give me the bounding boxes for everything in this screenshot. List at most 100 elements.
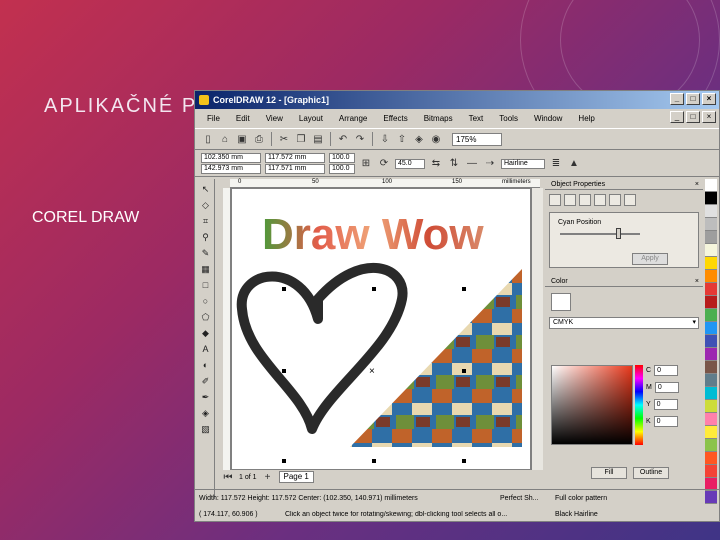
first-page-icon[interactable]: ⏮ [221, 470, 235, 484]
outline-tool-icon[interactable]: ✒ [199, 391, 212, 404]
page-tab[interactable]: Page 1 [278, 471, 314, 483]
print-icon[interactable]: ⎙ [252, 132, 266, 146]
drawing-canvas[interactable]: Draw Wow × [231, 188, 531, 470]
menu-file[interactable]: File [199, 114, 228, 123]
add-page-icon[interactable]: + [261, 470, 275, 484]
lock-ratio-icon[interactable]: ⊞ [359, 157, 373, 171]
menu-layout[interactable]: Layout [291, 114, 331, 123]
misc-tab[interactable] [624, 194, 636, 206]
import-icon[interactable]: ⇩ [378, 132, 392, 146]
palette-swatch[interactable] [705, 426, 717, 439]
palette-swatch[interactable] [705, 309, 717, 322]
palette-swatch[interactable] [705, 244, 717, 257]
open-icon[interactable]: ⌂ [218, 132, 232, 146]
smart-fill-icon[interactable]: ▦ [199, 263, 212, 276]
menu-help[interactable]: Help [570, 114, 602, 123]
outline-tab[interactable] [564, 194, 576, 206]
zoom-tool-icon[interactable]: ⚲ [199, 231, 212, 244]
hue-slider[interactable] [635, 365, 643, 445]
palette-swatch[interactable] [705, 348, 717, 361]
palette-swatch[interactable] [705, 439, 717, 452]
to-front-icon[interactable]: ▲ [567, 157, 581, 171]
black-field[interactable]: 0 [653, 416, 678, 427]
outline-width-select[interactable]: Hairline [501, 158, 545, 169]
doc-minimize-button[interactable]: _ [670, 111, 684, 123]
height-field[interactable]: 117.571 mm [265, 164, 325, 174]
minimize-button[interactable]: _ [670, 93, 684, 105]
palette-swatch[interactable] [705, 231, 717, 244]
color-model-select[interactable]: CMYK [549, 317, 699, 329]
pick-tool-icon[interactable]: ↖ [199, 183, 212, 196]
doc-close-button[interactable]: × [702, 111, 716, 123]
yellow-field[interactable]: 0 [653, 399, 678, 410]
palette-swatch[interactable] [705, 400, 717, 413]
vertical-scrollbar[interactable] [531, 188, 543, 470]
zoom-level-select[interactable]: 175% [452, 132, 502, 146]
export-icon[interactable]: ⇧ [395, 132, 409, 146]
palette-swatch[interactable] [705, 374, 717, 387]
rectangle-tool-icon[interactable]: □ [199, 279, 212, 292]
rotate-icon[interactable]: ⟳ [377, 157, 391, 171]
close-button[interactable]: × [702, 93, 716, 105]
palette-swatch[interactable] [705, 270, 717, 283]
menu-edit[interactable]: Edit [228, 114, 258, 123]
palette-swatch[interactable] [705, 322, 717, 335]
fill-tool-icon[interactable]: ◈ [199, 407, 212, 420]
freehand-tool-icon[interactable]: ✎ [199, 247, 212, 260]
paste-icon[interactable]: ▤ [311, 132, 325, 146]
palette-swatch[interactable] [705, 387, 717, 400]
position-slider[interactable] [560, 233, 640, 235]
menu-arrange[interactable]: Arrange [331, 114, 375, 123]
palette-swatch[interactable] [705, 257, 717, 270]
menu-tools[interactable]: Tools [491, 114, 526, 123]
close-icon[interactable]: × [695, 179, 703, 189]
cyan-position-option[interactable]: Cyan Position [558, 219, 601, 226]
palette-swatch[interactable] [705, 296, 717, 309]
menu-view[interactable]: View [258, 114, 291, 123]
new-icon[interactable]: ▯ [201, 132, 215, 146]
palette-swatch[interactable] [705, 283, 717, 296]
close-icon[interactable]: × [695, 276, 703, 286]
interactive-tool-icon[interactable]: ◐ [199, 359, 212, 372]
save-icon[interactable]: ▣ [235, 132, 249, 146]
menu-effects[interactable]: Effects [375, 114, 415, 123]
scale-y-field[interactable]: 100.0 [329, 164, 355, 174]
palette-swatch[interactable] [705, 361, 717, 374]
line-style-icon[interactable]: — [465, 157, 479, 171]
palette-swatch[interactable] [705, 179, 717, 192]
cyan-field[interactable]: 0 [654, 365, 679, 376]
menu-text[interactable]: Text [461, 114, 492, 123]
shape-tool-icon[interactable]: ◇ [199, 199, 212, 212]
redo-icon[interactable]: ↷ [353, 132, 367, 146]
outline-button[interactable]: Outline [633, 467, 669, 479]
basic-shapes-icon[interactable]: ◆ [199, 327, 212, 340]
text-tool-icon[interactable]: A [199, 343, 212, 356]
palette-swatch[interactable] [705, 335, 717, 348]
general-tab[interactable] [579, 194, 591, 206]
doc-restore-button[interactable]: □ [686, 111, 700, 123]
mirror-v-icon[interactable]: ⇅ [447, 157, 461, 171]
interactive-fill-icon[interactable]: ▧ [199, 423, 212, 436]
y-position-field[interactable]: 142.973 mm [201, 164, 261, 174]
undo-icon[interactable]: ↶ [336, 132, 350, 146]
mirror-icon[interactable]: ⇆ [429, 157, 443, 171]
wrap-text-icon[interactable]: ≣ [549, 157, 563, 171]
magenta-field[interactable]: 0 [654, 382, 679, 393]
menu-window[interactable]: Window [526, 114, 570, 123]
x-position-field[interactable]: 102.350 mm [201, 153, 261, 163]
arrow-style-icon[interactable]: ⇢ [483, 157, 497, 171]
palette-swatch[interactable] [705, 205, 717, 218]
ellipse-tool-icon[interactable]: ○ [199, 295, 212, 308]
palette-swatch[interactable] [705, 465, 717, 478]
scale-x-field[interactable]: 100.0 [329, 153, 355, 163]
apply-button[interactable]: Apply [632, 253, 668, 265]
palette-swatch[interactable] [705, 452, 717, 465]
cut-icon[interactable]: ✂ [277, 132, 291, 146]
copy-icon[interactable]: ❐ [294, 132, 308, 146]
palette-swatch[interactable] [705, 192, 717, 205]
maximize-button[interactable]: □ [686, 93, 700, 105]
launcher-icon[interactable]: ◈ [412, 132, 426, 146]
color-picker-area[interactable] [551, 365, 633, 445]
slider-knob[interactable] [616, 228, 621, 239]
crop-tool-icon[interactable]: ⌗ [199, 215, 212, 228]
